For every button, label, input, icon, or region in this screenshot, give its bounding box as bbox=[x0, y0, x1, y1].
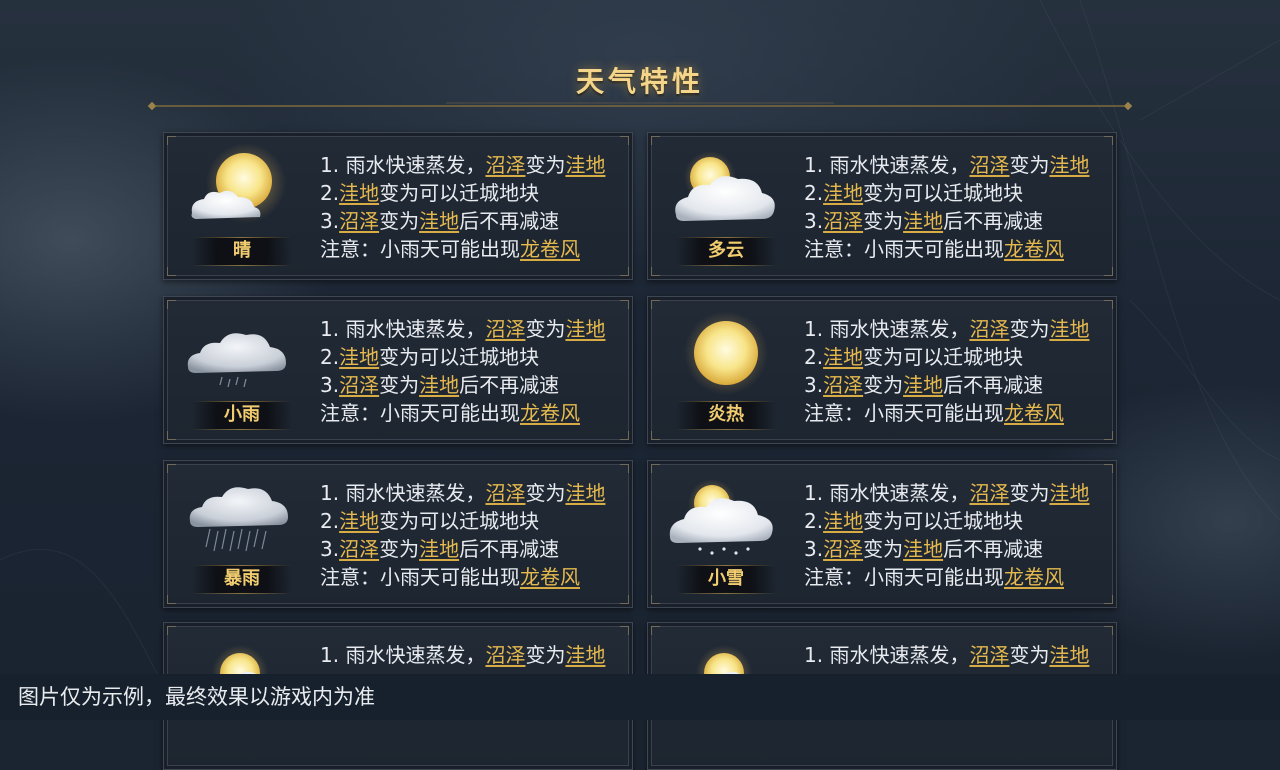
keyword-swamp-link[interactable]: 沼泽 bbox=[823, 209, 863, 233]
effect-line-2: 2.洼地变为可以迁城地块 bbox=[804, 509, 1024, 533]
effect-line-1: 1. 雨水快速蒸发，沼泽变为洼地 bbox=[804, 481, 1090, 505]
cloudy-icon bbox=[675, 151, 775, 221]
keyword-tornado-link[interactable]: 龙卷风 bbox=[1004, 237, 1064, 261]
keyword-lowland-link[interactable]: 洼地 bbox=[903, 537, 943, 561]
effect-line-1: 1. 雨水快速蒸发，沼泽变为洼地 bbox=[804, 317, 1090, 341]
keyword-lowland-link[interactable]: 洼地 bbox=[1049, 481, 1089, 505]
weather-card-light-rain: 小雨 1. 雨水快速蒸发，沼泽变为洼地 2.洼地变为可以迁城地块 3.沼泽变为洼… bbox=[163, 296, 633, 444]
weather-description: 1. 雨水快速蒸发，沼泽变为洼地 bbox=[804, 641, 1114, 669]
keyword-lowland-link[interactable]: 洼地 bbox=[823, 181, 863, 205]
keyword-swamp-link[interactable]: 沼泽 bbox=[969, 317, 1009, 341]
weather-description: 1. 雨水快速蒸发，沼泽变为洼地 2.洼地变为可以迁城地块 3.沼泽变为洼地后不… bbox=[804, 479, 1114, 591]
weather-description: 1. 雨水快速蒸发，沼泽变为洼地 2.洼地变为可以迁城地块 3.沼泽变为洼地后不… bbox=[320, 479, 630, 591]
keyword-lowland-link[interactable]: 洼地 bbox=[565, 481, 605, 505]
keyword-lowland-link[interactable]: 洼地 bbox=[565, 153, 605, 177]
weather-card-hot: 炎热 1. 雨水快速蒸发，沼泽变为洼地 2.洼地变为可以迁城地块 3.沼泽变为洼… bbox=[647, 296, 1117, 444]
keyword-lowland-link[interactable]: 洼地 bbox=[1049, 643, 1089, 667]
effect-line-3: 3.沼泽变为洼地后不再减速 bbox=[320, 537, 560, 561]
weather-name-label: 暴雨 bbox=[192, 561, 292, 597]
effect-line-2: 2.洼地变为可以迁城地块 bbox=[320, 181, 540, 205]
keyword-lowland-link[interactable]: 洼地 bbox=[339, 181, 379, 205]
effect-line-3: 3.沼泽变为洼地后不再减速 bbox=[320, 373, 560, 397]
effect-line-2: 2.洼地变为可以迁城地块 bbox=[804, 181, 1024, 205]
weather-grid: 晴 1. 雨水快速蒸发，沼泽变为洼地 2.洼地变为可以迁城地块 3.沼泽变为洼地… bbox=[0, 0, 1280, 770]
keyword-lowland-link[interactable]: 洼地 bbox=[339, 509, 379, 533]
weather-description: 1. 雨水快速蒸发，沼泽变为洼地 2.洼地变为可以迁城地块 3.沼泽变为洼地后不… bbox=[320, 151, 630, 263]
effect-line-1: 1. 雨水快速蒸发，沼泽变为洼地 bbox=[320, 481, 606, 505]
effect-line-3: 3.沼泽变为洼地后不再减速 bbox=[804, 209, 1044, 233]
keyword-lowland-link[interactable]: 洼地 bbox=[823, 509, 863, 533]
note-line: 注意：小雨天可能出现龙卷风 bbox=[320, 565, 580, 589]
weather-name-label: 多云 bbox=[676, 233, 776, 269]
keyword-lowland-link[interactable]: 洼地 bbox=[565, 317, 605, 341]
weather-name-label: 小雨 bbox=[192, 397, 292, 433]
keyword-lowland-link[interactable]: 洼地 bbox=[339, 345, 379, 369]
effect-line-2: 2.洼地变为可以迁城地块 bbox=[320, 345, 540, 369]
keyword-swamp-link[interactable]: 沼泽 bbox=[485, 317, 525, 341]
keyword-lowland-link[interactable]: 洼地 bbox=[903, 209, 943, 233]
keyword-lowland-link[interactable]: 洼地 bbox=[565, 643, 605, 667]
keyword-swamp-link[interactable]: 沼泽 bbox=[485, 153, 525, 177]
keyword-lowland-link[interactable]: 洼地 bbox=[1049, 153, 1089, 177]
keyword-lowland-link[interactable]: 洼地 bbox=[419, 373, 459, 397]
keyword-swamp-link[interactable]: 沼泽 bbox=[339, 537, 379, 561]
effect-line-1: 1. 雨水快速蒸发，沼泽变为洼地 bbox=[804, 153, 1090, 177]
footer-bar: 图片仅为示例，最终效果以游戏内为准 bbox=[0, 674, 1280, 720]
weather-description: 1. 雨水快速蒸发，沼泽变为洼地 bbox=[320, 641, 630, 669]
keyword-swamp-link[interactable]: 沼泽 bbox=[485, 643, 525, 667]
weather-description: 1. 雨水快速蒸发，沼泽变为洼地 2.洼地变为可以迁城地块 3.沼泽变为洼地后不… bbox=[804, 151, 1114, 263]
keyword-swamp-link[interactable]: 沼泽 bbox=[969, 643, 1009, 667]
note-line: 注意：小雨天可能出现龙卷风 bbox=[804, 237, 1064, 261]
weather-name-label: 晴 bbox=[192, 233, 292, 269]
keyword-swamp-link[interactable]: 沼泽 bbox=[823, 373, 863, 397]
effect-line-2: 2.洼地变为可以迁城地块 bbox=[320, 509, 540, 533]
keyword-lowland-link[interactable]: 洼地 bbox=[419, 537, 459, 561]
light-snow-icon bbox=[669, 479, 773, 555]
effect-line-2: 2.洼地变为可以迁城地块 bbox=[804, 345, 1024, 369]
weather-card-cloudy: 多云 1. 雨水快速蒸发，沼泽变为洼地 2.洼地变为可以迁城地块 3.沼泽变为洼… bbox=[647, 132, 1117, 280]
weather-description: 1. 雨水快速蒸发，沼泽变为洼地 2.洼地变为可以迁城地块 3.沼泽变为洼地后不… bbox=[320, 315, 630, 427]
keyword-tornado-link[interactable]: 龙卷风 bbox=[1004, 401, 1064, 425]
note-line: 注意：小雨天可能出现龙卷风 bbox=[320, 237, 580, 261]
note-line: 注意：小雨天可能出现龙卷风 bbox=[804, 401, 1064, 425]
effect-line-3: 3.沼泽变为洼地后不再减速 bbox=[320, 209, 560, 233]
heavy-rain-icon bbox=[189, 487, 288, 552]
keyword-swamp-link[interactable]: 沼泽 bbox=[969, 481, 1009, 505]
keyword-lowland-link[interactable]: 洼地 bbox=[419, 209, 459, 233]
keyword-swamp-link[interactable]: 沼泽 bbox=[339, 209, 379, 233]
note-line: 注意：小雨天可能出现龙卷风 bbox=[320, 401, 580, 425]
keyword-tornado-link[interactable]: 龙卷风 bbox=[520, 237, 580, 261]
weather-name-label: 炎热 bbox=[676, 397, 776, 433]
effect-line-1: 1. 雨水快速蒸发，沼泽变为洼地 bbox=[320, 317, 606, 341]
effect-line-3: 3.沼泽变为洼地后不再减速 bbox=[804, 373, 1044, 397]
weather-card-sunny: 晴 1. 雨水快速蒸发，沼泽变为洼地 2.洼地变为可以迁城地块 3.沼泽变为洼地… bbox=[163, 132, 633, 280]
keyword-swamp-link[interactable]: 沼泽 bbox=[485, 481, 525, 505]
keyword-swamp-link[interactable]: 沼泽 bbox=[969, 153, 1009, 177]
hot-sun-icon bbox=[684, 311, 768, 395]
effect-line-3: 3.沼泽变为洼地后不再减速 bbox=[804, 537, 1044, 561]
sun-cloud-icon bbox=[191, 143, 286, 223]
keyword-swamp-link[interactable]: 沼泽 bbox=[339, 373, 379, 397]
keyword-tornado-link[interactable]: 龙卷风 bbox=[520, 565, 580, 589]
keyword-tornado-link[interactable]: 龙卷风 bbox=[520, 401, 580, 425]
weather-description: 1. 雨水快速蒸发，沼泽变为洼地 2.洼地变为可以迁城地块 3.沼泽变为洼地后不… bbox=[804, 315, 1114, 427]
effect-line-1: 1. 雨水快速蒸发，沼泽变为洼地 bbox=[320, 153, 606, 177]
keyword-swamp-link[interactable]: 沼泽 bbox=[823, 537, 863, 561]
effect-line-1: 1. 雨水快速蒸发，沼泽变为洼地 bbox=[804, 643, 1090, 667]
note-line: 注意：小雨天可能出现龙卷风 bbox=[804, 565, 1064, 589]
keyword-lowland-link[interactable]: 洼地 bbox=[903, 373, 943, 397]
effect-line-1: 1. 雨水快速蒸发，沼泽变为洼地 bbox=[320, 643, 606, 667]
light-rain-icon bbox=[187, 333, 286, 388]
disclaimer-text: 图片仅为示例，最终效果以游戏内为准 bbox=[18, 685, 375, 709]
keyword-tornado-link[interactable]: 龙卷风 bbox=[1004, 565, 1064, 589]
keyword-lowland-link[interactable]: 洼地 bbox=[1049, 317, 1089, 341]
weather-name-label: 小雪 bbox=[676, 561, 776, 597]
weather-card-heavy-rain: 暴雨 1. 雨水快速蒸发，沼泽变为洼地 2.洼地变为可以迁城地块 3.沼泽变为洼… bbox=[163, 460, 633, 608]
weather-card-light-snow: 小雪 1. 雨水快速蒸发，沼泽变为洼地 2.洼地变为可以迁城地块 3.沼泽变为洼… bbox=[647, 460, 1117, 608]
keyword-lowland-link[interactable]: 洼地 bbox=[823, 345, 863, 369]
